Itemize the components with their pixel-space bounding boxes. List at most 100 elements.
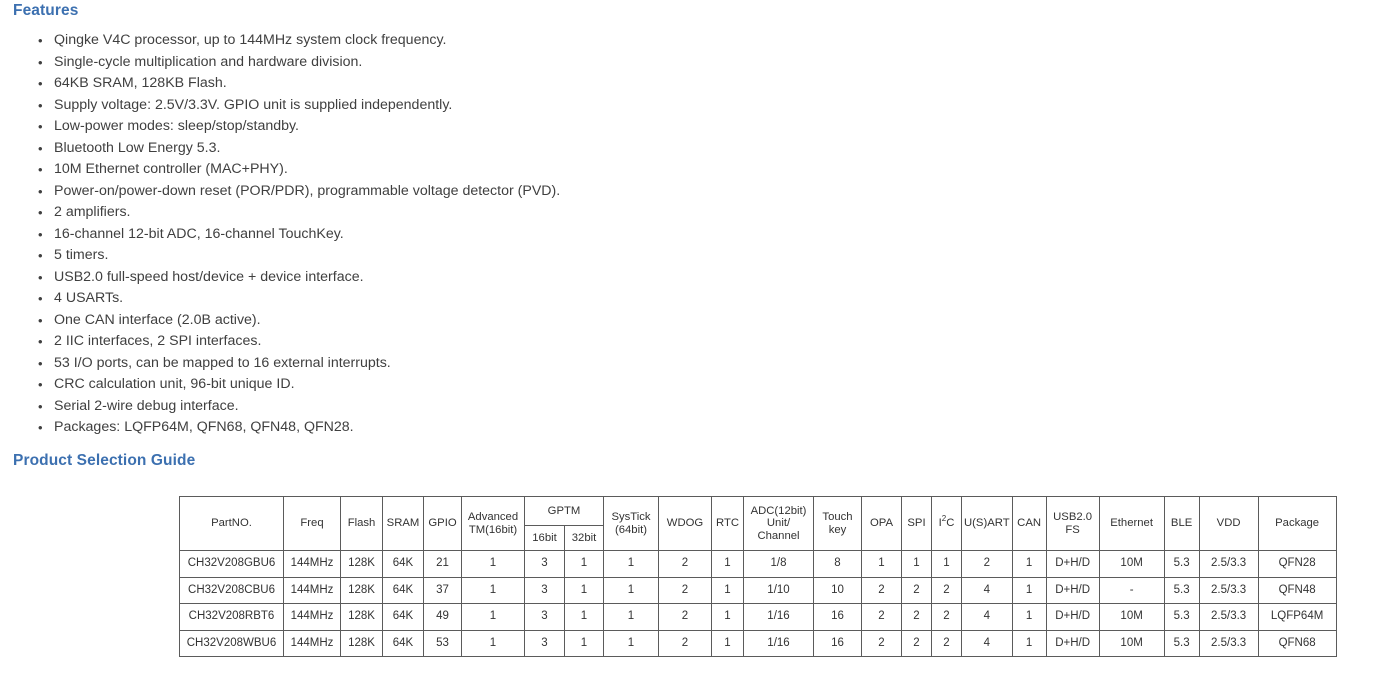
cell-package: LQFP64M [1257, 603, 1337, 631]
features-list: • Qingke V4C processor, up to 144MHz syst… [0, 30, 560, 439]
feature-item: • 10M Ethernet controller (MAC+PHY). [0, 159, 560, 181]
col-header-package: Package [1257, 496, 1337, 551]
cell-can: 1 [1011, 629, 1047, 657]
col-header-vdd: VDD [1198, 496, 1259, 551]
cell-usb: D+H/D [1045, 603, 1100, 631]
cell-advanced-tm: 1 [461, 629, 525, 657]
cell-touch-key: 16 [813, 603, 862, 631]
feature-item-label: Power-on/power-down reset (POR/PDR), pro… [54, 182, 561, 199]
feature-item-label: 5 timers. [54, 247, 109, 263]
col-header-rtc: RTC [711, 496, 744, 551]
cell-opa: 1 [861, 550, 902, 578]
cell-adc: 1/16 [743, 603, 814, 631]
product-selection-table-wrapper: PartNO. Freq Flash SRAM GPIO Advanced TM… [179, 495, 1337, 657]
cell-flash: 128K [340, 629, 383, 657]
cell-advanced-tm: 1 [461, 603, 525, 631]
col-header-i2c: I2C [931, 496, 962, 551]
bullet-icon: • [38, 54, 43, 70]
col-header-freq: Freq [283, 496, 341, 551]
feature-item-label: Packages: LQFP64M, QFN68, QFN48, QFN28. [54, 419, 354, 435]
cell-adc: 1/10 [743, 576, 814, 604]
col-header-ble: BLE [1163, 496, 1200, 551]
usb-line2: FS [1065, 523, 1080, 536]
cell-spi: 1 [901, 550, 932, 578]
cell-ethernet: 10M [1098, 629, 1165, 657]
cell-rtc: 1 [711, 629, 744, 657]
cell-gptm-32bit: 1 [564, 603, 604, 631]
systick-line1: SysTick [611, 510, 651, 523]
touch-key-line1: Touch [822, 510, 853, 523]
cell-rtc: 1 [711, 603, 744, 631]
cell-gpio: 53 [423, 629, 462, 657]
cell-sram: 64K [382, 550, 424, 578]
cell-package: QFN48 [1257, 576, 1337, 604]
cell-advanced-tm: 1 [461, 550, 525, 578]
cell-spi: 2 [901, 603, 932, 631]
cell-freq: 144MHz [283, 576, 341, 604]
cell-sram: 64K [382, 603, 424, 631]
bullet-icon: • [38, 334, 43, 349]
adc-line1: ADC(12bit) [750, 504, 807, 517]
cell-can: 1 [1011, 550, 1047, 578]
col-header-gpio: GPIO [423, 496, 462, 551]
col-header-partno: PartNO. [179, 496, 284, 551]
cell-gptm-16bit: 3 [524, 629, 565, 657]
col-header-adc: ADC(12bit) Unit/ Channel [743, 496, 814, 551]
cell-opa: 2 [861, 576, 902, 604]
feature-item: • Packages: LQFP64M, QFN68, QFN48, QFN28. [0, 417, 560, 439]
usb-line1: USB2.0 [1053, 510, 1093, 523]
cell-can: 1 [1011, 603, 1047, 631]
cell-opa: 2 [861, 603, 902, 631]
cell-gpio: 37 [423, 576, 462, 604]
bullet-icon: • [38, 269, 43, 285]
feature-item: • Power-on/power-down reset (POR/PDR), pr… [0, 181, 560, 203]
cell-flash: 128K [340, 576, 383, 604]
product-selection-guide-heading: Product Selection Guide [13, 452, 196, 469]
table-body: CH32V208GBU6 144MHz 128K 64K 21 1 3 1 1 2 1 1/8 8 1 1 1… [179, 550, 1337, 657]
cell-spi: 2 [901, 629, 932, 657]
cell-wdog: 2 [658, 550, 712, 578]
cell-systick: 1 [603, 550, 659, 578]
cell-partno: CH32V208RBT6 [179, 603, 284, 631]
systick-line2: (64bit) [614, 523, 648, 536]
feature-item-label: 2 IIC interfaces, 2 SPI interfaces. [54, 333, 262, 349]
cell-gptm-16bit: 3 [524, 603, 565, 631]
feature-item: • 16-channel 12-bit ADC, 16-channel Touch… [0, 224, 560, 246]
adc-line2: Unit/ [766, 517, 791, 530]
bullet-icon: • [38, 312, 43, 328]
cell-vdd: 2.5/3.3 [1198, 629, 1259, 657]
cell-i2c: 2 [931, 576, 962, 604]
table-row: CH32V208WBU6 144MHz 128K 64K 53 1 3 1 1 2 1 1/16 16 2… [179, 629, 1337, 657]
feature-item-label: 2 amplifiers. [54, 204, 131, 220]
cell-gpio: 49 [423, 603, 462, 631]
cell-partno: CH32V208CBU6 [179, 576, 284, 604]
cell-ethernet: 10M [1098, 550, 1165, 578]
i2c-suffix: C [946, 517, 955, 530]
feature-item-label: 53 I/O ports, can be mapped to 16 extern… [54, 354, 391, 371]
table-header: PartNO. Freq Flash SRAM GPIO Advanced TM… [179, 495, 1337, 551]
cell-ethernet: 10M [1098, 603, 1165, 631]
col-header-gptm-16bit: 16bit [524, 525, 565, 551]
cell-partno: CH32V208WBU6 [179, 629, 284, 657]
cell-gptm-32bit: 1 [564, 576, 604, 604]
cell-sram: 64K [382, 629, 424, 657]
cell-ble: 5.3 [1163, 629, 1200, 657]
bullet-icon: • [38, 33, 43, 48]
cell-usart: 4 [961, 576, 1013, 604]
col-header-opa: OPA [861, 496, 902, 551]
cell-adc: 1/16 [743, 629, 814, 657]
bullet-icon: • [38, 205, 43, 220]
bullet-icon: • [38, 398, 43, 414]
advanced-tm-line2: TM(16bit) [468, 523, 518, 536]
cell-i2c: 2 [931, 603, 962, 631]
cell-opa: 2 [861, 629, 902, 657]
feature-item: • 53 I/O ports, can be mapped to 16 exter… [0, 353, 560, 375]
cell-usb: D+H/D [1045, 550, 1100, 578]
col-header-gptm-32bit: 32bit [564, 525, 604, 551]
feature-item-label: CRC calculation unit, 96-bit unique ID. [54, 376, 295, 392]
cell-partno: CH32V208GBU6 [179, 550, 284, 578]
feature-item-label: Low-power modes: sleep/stop/standby. [54, 118, 299, 134]
bullet-icon: • [38, 226, 43, 242]
feature-item-label: Qingke V4C processor, up to 144MHz syste… [54, 32, 447, 48]
col-header-spi: SPI [901, 496, 932, 551]
